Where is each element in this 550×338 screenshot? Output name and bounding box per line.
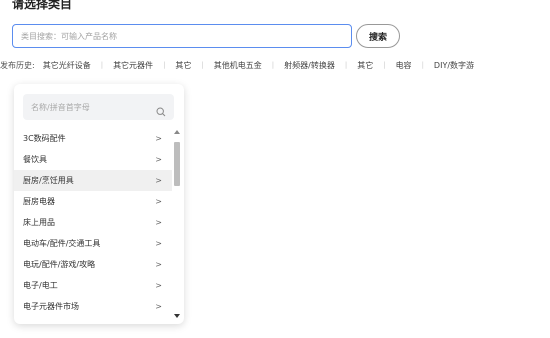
category-item-label: 3C数码配件 (23, 134, 66, 143)
category-search-input[interactable] (12, 24, 352, 48)
history-item[interactable]: 其它 (175, 60, 191, 71)
history-item[interactable]: DIY/数字游 (434, 60, 474, 71)
history-divider: | (421, 61, 424, 69)
scroll-down-arrow-icon[interactable] (174, 314, 180, 318)
category-search-bar: 搜索 (12, 24, 400, 48)
category-filter (23, 94, 174, 120)
history-item[interactable]: 其它光纤设备 (43, 60, 91, 71)
category-item-label: 床上用品 (23, 218, 55, 227)
history-divider: | (344, 61, 348, 69)
category-panel: 3C数码配件 > 餐饮具 > 厨房/烹饪用具 > 厨房电器 > 床上用品 > 电… (14, 84, 184, 324)
history-divider: | (271, 61, 275, 69)
search-button[interactable]: 搜索 (356, 24, 400, 48)
category-item[interactable]: 餐饮具 > (14, 149, 172, 170)
category-scrollbar[interactable] (172, 128, 182, 320)
chevron-right-icon: > (155, 260, 162, 269)
history-divider: | (201, 61, 204, 69)
history-item[interactable]: 其它 (357, 60, 373, 71)
category-item-active[interactable]: 厨房/烹饪用具 > (14, 170, 172, 191)
category-item-label: 电动车/配件/交通工具 (23, 239, 101, 248)
category-item-label: 电子元器件市场 (23, 302, 79, 311)
category-item[interactable]: 3C数码配件 > (14, 128, 172, 149)
category-item[interactable]: 电玩/配件/游戏/攻略 > (14, 254, 172, 275)
category-item-label: 电子/电工 (23, 281, 58, 290)
chevron-right-icon: > (155, 218, 162, 227)
category-item[interactable]: 电动车/配件/交通工具 > (14, 233, 172, 254)
category-item[interactable]: 电子元器件市场 > (14, 296, 172, 317)
search-icon[interactable] (156, 102, 166, 117)
history-item[interactable]: 其它元器件 (113, 60, 153, 71)
category-item-label: 厨房/烹饪用具 (23, 176, 74, 185)
chevron-right-icon: > (155, 197, 162, 206)
history-divider: | (383, 61, 386, 69)
category-item[interactable]: 电子/电工 > (14, 275, 172, 296)
chevron-right-icon: > (155, 176, 162, 185)
category-item[interactable]: 床上用品 > (14, 212, 172, 233)
chevron-right-icon: > (155, 134, 162, 143)
scroll-up-arrow-icon[interactable] (174, 130, 180, 134)
publish-history: 发布历史: 其它光纤设备 | 其它元器件 | 其它 | 其他机电五金 | 射频器… (0, 58, 550, 72)
chevron-right-icon: > (155, 155, 162, 164)
chevron-right-icon: > (155, 281, 162, 290)
chevron-right-icon: > (155, 302, 162, 311)
page-title: 请选择类目 (12, 0, 73, 11)
category-item[interactable]: 厨房电器 > (14, 191, 172, 212)
history-item[interactable]: 电容 (396, 60, 412, 71)
category-item-label: 电玩/配件/游戏/攻略 (23, 260, 96, 269)
category-item-label: 餐饮具 (23, 155, 47, 164)
scroll-thumb[interactable] (174, 142, 180, 186)
history-label: 发布历史: (0, 60, 35, 70)
history-item[interactable]: 其他机电五金 (214, 60, 262, 71)
category-filter-input[interactable] (31, 102, 156, 112)
category-item-label: 厨房电器 (23, 197, 55, 206)
history-divider: | (100, 61, 104, 69)
history-divider: | (163, 61, 166, 69)
category-list: 3C数码配件 > 餐饮具 > 厨房/烹饪用具 > 厨房电器 > 床上用品 > 电… (14, 128, 172, 317)
chevron-right-icon: > (155, 239, 162, 248)
history-item[interactable]: 射频器/转换器 (284, 60, 335, 71)
